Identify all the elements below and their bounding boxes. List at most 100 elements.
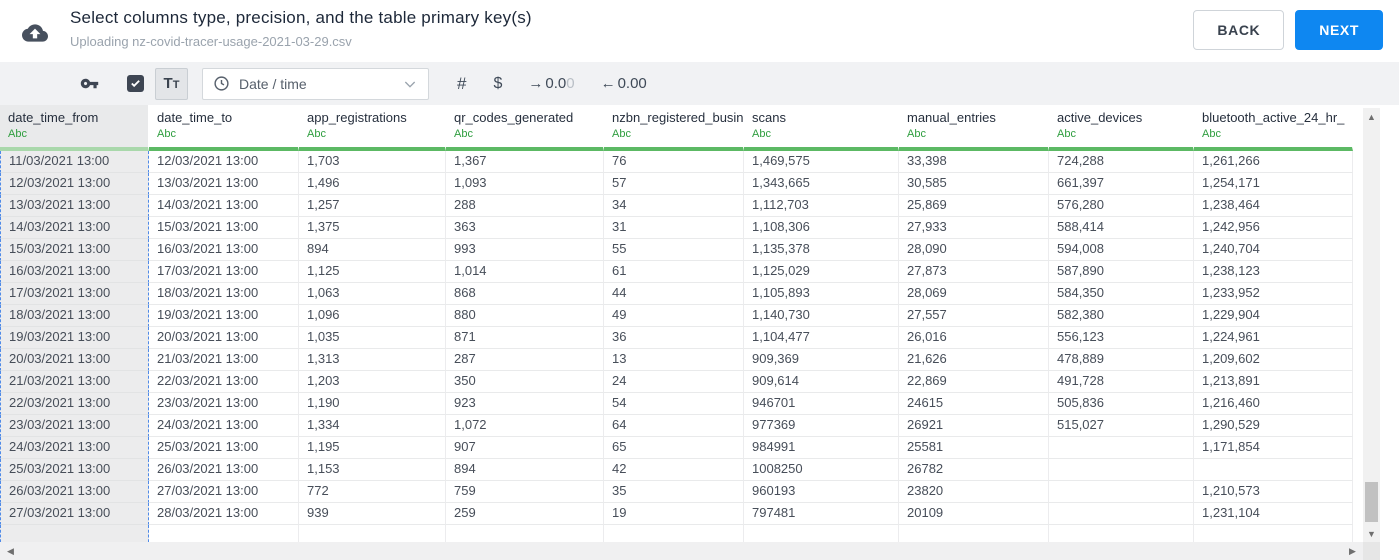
table-cell[interactable]: 33,398 — [899, 151, 1049, 173]
table-cell[interactable]: 55 — [604, 239, 744, 261]
table-cell[interactable]: 1,496 — [299, 173, 446, 195]
table-cell[interactable]: 868 — [446, 283, 604, 305]
column-header-date_time_to[interactable]: date_time_to Abc — [149, 105, 299, 151]
column-header-app_registrations[interactable]: app_registrations Abc — [299, 105, 446, 151]
table-cell[interactable]: 20/03/2021 13:00 — [0, 349, 149, 371]
table-cell[interactable]: 909,369 — [744, 349, 899, 371]
table-cell[interactable]: 946701 — [744, 393, 899, 415]
currency-type-button[interactable]: $ — [493, 75, 502, 93]
increase-decimal-button[interactable]: → 0.0 0 — [528, 75, 574, 92]
table-cell[interactable] — [446, 525, 604, 542]
table-cell[interactable]: 1,343,665 — [744, 173, 899, 195]
table-cell[interactable]: 15/03/2021 13:00 — [149, 217, 299, 239]
table-cell[interactable]: 1,063 — [299, 283, 446, 305]
table-cell[interactable]: 14/03/2021 13:00 — [149, 195, 299, 217]
table-cell[interactable]: 26/03/2021 13:00 — [0, 481, 149, 503]
table-cell[interactable]: 13 — [604, 349, 744, 371]
table-cell[interactable]: 27/03/2021 13:00 — [149, 481, 299, 503]
decrease-decimal-button[interactable]: ← 0.00 — [601, 75, 647, 92]
table-cell[interactable]: 18/03/2021 13:00 — [0, 305, 149, 327]
table-cell[interactable]: 24 — [604, 371, 744, 393]
table-cell[interactable]: 23/03/2021 13:00 — [149, 393, 299, 415]
table-cell[interactable]: 582,380 — [1049, 305, 1194, 327]
table-cell[interactable]: 350 — [446, 371, 604, 393]
column-header-active_devices[interactable]: active_devices Abc — [1049, 105, 1194, 151]
table-cell[interactable]: 661,397 — [1049, 173, 1194, 195]
scroll-right-icon[interactable]: ▶ — [1344, 542, 1361, 560]
table-cell[interactable] — [1049, 503, 1194, 525]
table-cell[interactable]: 34 — [604, 195, 744, 217]
vertical-scroll-thumb[interactable] — [1365, 482, 1378, 522]
table-cell[interactable]: 14/03/2021 13:00 — [0, 217, 149, 239]
table-cell[interactable]: 36 — [604, 327, 744, 349]
table-cell[interactable]: 28,069 — [899, 283, 1049, 305]
table-cell[interactable] — [1194, 525, 1353, 542]
table-cell[interactable]: 24615 — [899, 393, 1049, 415]
table-cell[interactable]: 15/03/2021 13:00 — [0, 239, 149, 261]
table-cell[interactable]: 30,585 — [899, 173, 1049, 195]
table-cell[interactable]: 18/03/2021 13:00 — [149, 283, 299, 305]
table-cell[interactable]: 61 — [604, 261, 744, 283]
column-header-qr_codes_generated[interactable]: qr_codes_generated Abc — [446, 105, 604, 151]
table-cell[interactable]: 259 — [446, 503, 604, 525]
table-cell[interactable]: 1,195 — [299, 437, 446, 459]
table-cell[interactable]: 515,027 — [1049, 415, 1194, 437]
table-cell[interactable]: 871 — [446, 327, 604, 349]
table-cell[interactable]: 26/03/2021 13:00 — [149, 459, 299, 481]
table-cell[interactable]: 76 — [604, 151, 744, 173]
table-cell[interactable]: 1,242,956 — [1194, 217, 1353, 239]
table-cell[interactable]: 1,072 — [446, 415, 604, 437]
table-cell[interactable]: 1,231,104 — [1194, 503, 1353, 525]
table-cell[interactable]: 960193 — [744, 481, 899, 503]
table-cell[interactable]: 1,171,854 — [1194, 437, 1353, 459]
table-cell[interactable]: 478,889 — [1049, 349, 1194, 371]
table-cell[interactable]: 1,210,573 — [1194, 481, 1353, 503]
table-cell[interactable]: 1,153 — [299, 459, 446, 481]
table-cell[interactable]: 1,224,961 — [1194, 327, 1353, 349]
table-cell[interactable]: 491,728 — [1049, 371, 1194, 393]
table-cell[interactable]: 1,254,171 — [1194, 173, 1353, 195]
table-cell[interactable]: 27,933 — [899, 217, 1049, 239]
table-cell[interactable]: 1,469,575 — [744, 151, 899, 173]
table-cell[interactable]: 13/03/2021 13:00 — [0, 195, 149, 217]
table-cell[interactable]: 1,209,602 — [1194, 349, 1353, 371]
table-cell[interactable]: 1,104,477 — [744, 327, 899, 349]
table-cell[interactable]: 22/03/2021 13:00 — [0, 393, 149, 415]
scroll-up-icon[interactable]: ▲ — [1363, 108, 1380, 125]
table-cell[interactable] — [1049, 459, 1194, 481]
table-cell[interactable] — [299, 525, 446, 542]
table-cell[interactable]: 44 — [604, 283, 744, 305]
table-cell[interactable]: 1,108,306 — [744, 217, 899, 239]
table-cell[interactable]: 287 — [446, 349, 604, 371]
table-cell[interactable] — [899, 525, 1049, 542]
back-button[interactable]: BACK — [1193, 10, 1285, 50]
table-cell[interactable]: 25/03/2021 13:00 — [149, 437, 299, 459]
table-cell[interactable]: 1,334 — [299, 415, 446, 437]
table-cell[interactable]: 25/03/2021 13:00 — [0, 459, 149, 481]
table-cell[interactable]: 977369 — [744, 415, 899, 437]
table-cell[interactable]: 11/03/2021 13:00 — [0, 151, 149, 173]
table-cell[interactable]: 19/03/2021 13:00 — [0, 327, 149, 349]
table-cell[interactable]: 31 — [604, 217, 744, 239]
table-cell[interactable]: 1,261,266 — [1194, 151, 1353, 173]
column-header-scans[interactable]: scans Abc — [744, 105, 899, 151]
table-cell[interactable]: 363 — [446, 217, 604, 239]
table-cell[interactable]: 19/03/2021 13:00 — [149, 305, 299, 327]
table-cell[interactable]: 54 — [604, 393, 744, 415]
primary-key-icon[interactable] — [80, 74, 99, 93]
table-cell[interactable]: 1,112,703 — [744, 195, 899, 217]
table-cell[interactable]: 1,105,893 — [744, 283, 899, 305]
table-cell[interactable]: 1,135,378 — [744, 239, 899, 261]
table-cell[interactable]: 894 — [446, 459, 604, 481]
table-cell[interactable]: 12/03/2021 13:00 — [0, 173, 149, 195]
table-cell[interactable]: 288 — [446, 195, 604, 217]
table-cell[interactable]: 1,014 — [446, 261, 604, 283]
table-cell[interactable]: 1,313 — [299, 349, 446, 371]
table-cell[interactable]: 1,367 — [446, 151, 604, 173]
table-cell[interactable] — [1049, 437, 1194, 459]
table-cell[interactable]: 556,123 — [1049, 327, 1194, 349]
table-cell[interactable]: 909,614 — [744, 371, 899, 393]
table-cell[interactable]: 1,213,891 — [1194, 371, 1353, 393]
table-cell[interactable]: 1008250 — [744, 459, 899, 481]
table-cell[interactable]: 1,375 — [299, 217, 446, 239]
